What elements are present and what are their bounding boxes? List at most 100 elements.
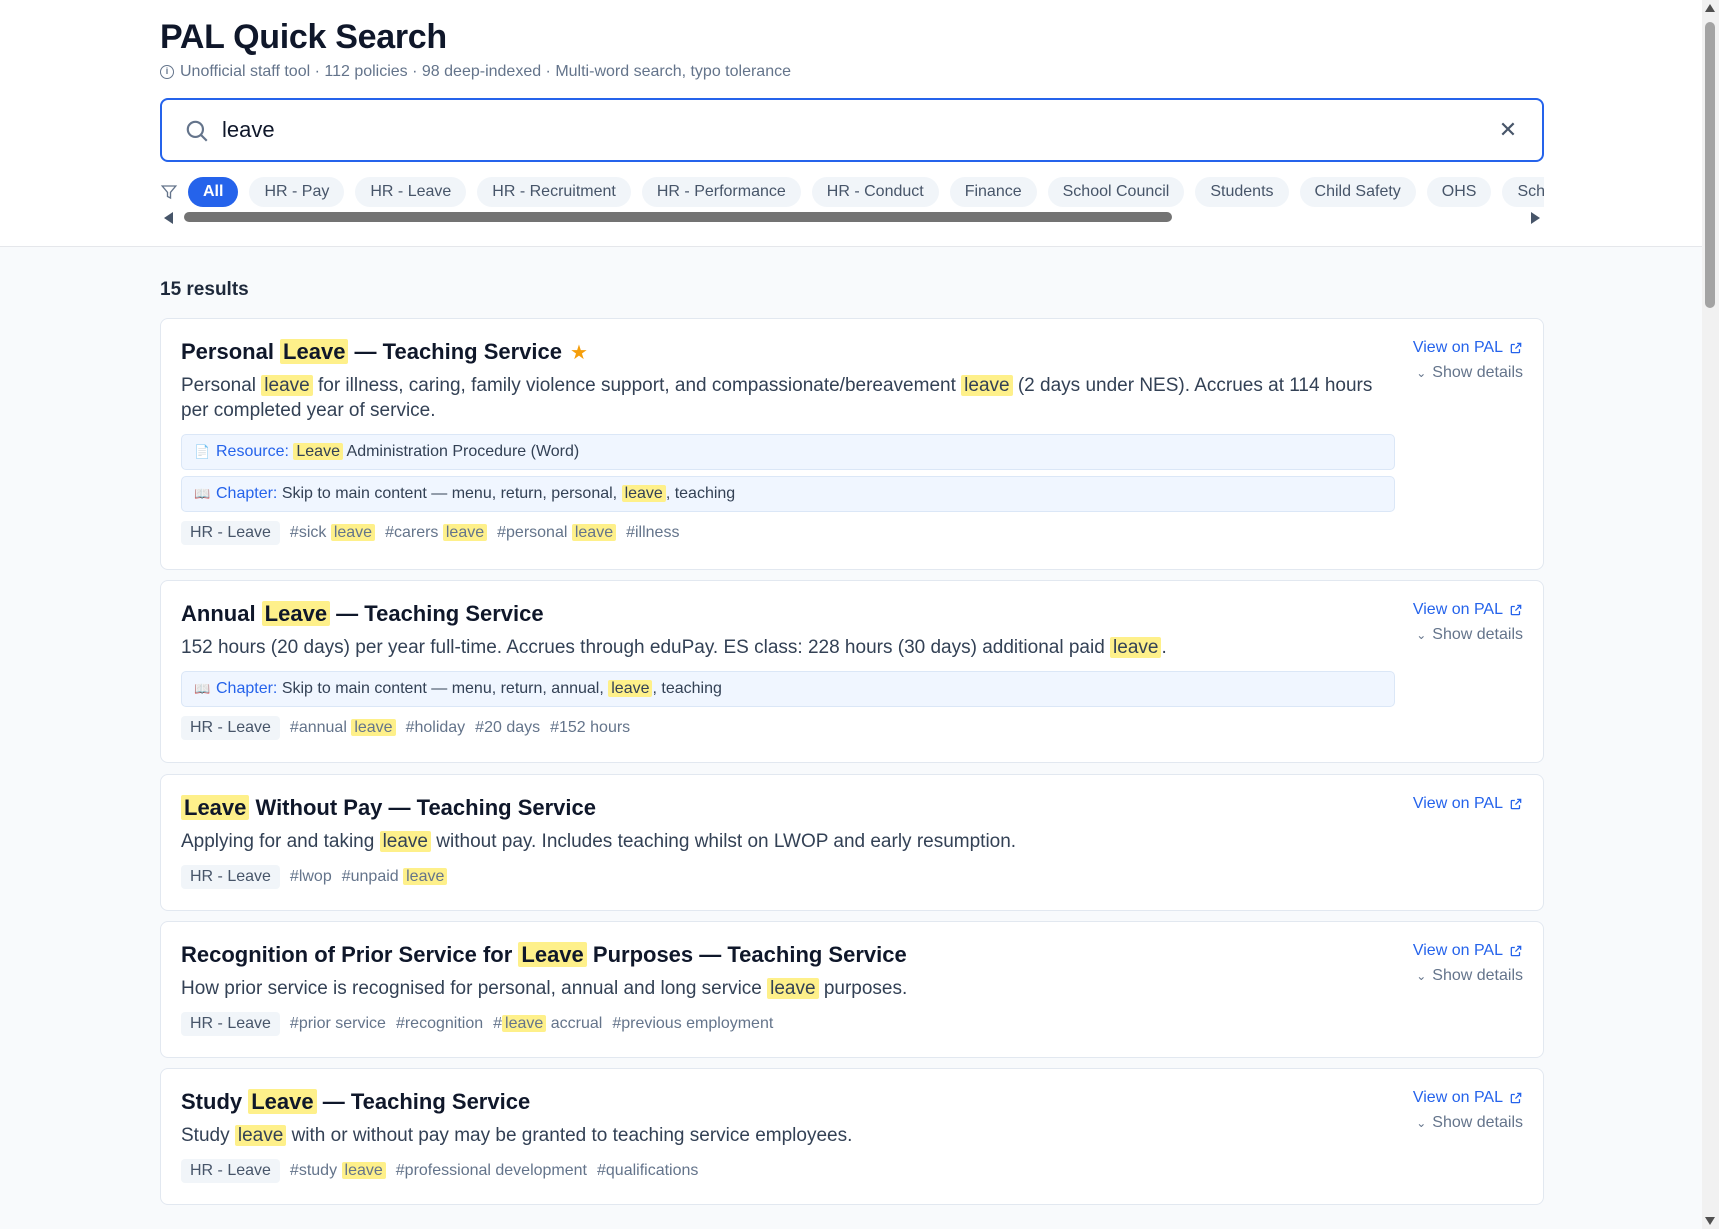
tag-list: HR - Leave #prior service #recognition # lea… [181, 1012, 773, 1036]
star-icon: ★ [570, 342, 588, 364]
match-highlight: Leave [181, 795, 250, 820]
match-highlight: leave [571, 524, 617, 541]
text-segment: Skip to main content — menu, return, per… [281, 485, 622, 502]
match-highlight: Leave [248, 1089, 317, 1114]
show-details-toggle[interactable]: ⌄ Show details [1416, 364, 1523, 382]
match-highlight: leave [351, 719, 396, 736]
result-description: Study leave with or without pay may be g… [181, 1123, 1381, 1148]
scroll-up-arrow-icon[interactable] [1705, 4, 1715, 12]
result-title[interactable]: Annual Leave — Teaching Service [181, 601, 544, 627]
match-highlight: leave [961, 375, 1013, 396]
scroll-right-arrow-icon[interactable] [1531, 212, 1540, 224]
category-filter-bar: All HR - Pay HR - Leave HR - Recruitment HR … [160, 177, 1544, 207]
result-description: Applying for and taking leave without pa… [181, 829, 1381, 854]
scroll-down-arrow-icon[interactable] [1705, 1217, 1715, 1225]
page-scrollbar-thumb[interactable] [1705, 22, 1715, 308]
result-card[interactable]: Leave Without Pay — Teaching Service Appl… [160, 774, 1544, 911]
tag: #previous employment [612, 1015, 773, 1033]
match-highlight: leave [234, 1125, 287, 1146]
filter-chip[interactable]: Schoo [1502, 177, 1544, 207]
view-link-label: View on PAL [1412, 942, 1503, 959]
scrollbar-thumb[interactable] [184, 212, 1172, 222]
show-details-toggle[interactable]: ⌄ Show details [1416, 626, 1523, 644]
view-link-label: View on PAL [1412, 601, 1503, 618]
view-on-pal-link[interactable]: View on PAL [1413, 1089, 1523, 1107]
text-segment: — Teaching Service [348, 339, 563, 364]
filter-scrollbar[interactable] [160, 210, 1544, 224]
page-subtitle: i Unofficial staff tool · 112 policies ·… [160, 63, 791, 81]
filter-chip[interactable]: OHS [1426, 177, 1492, 207]
filter-icon [160, 185, 178, 200]
external-link-icon [1510, 1092, 1522, 1104]
match-highlight: leave [341, 1162, 386, 1179]
tag: #annual leave [290, 719, 396, 737]
filter-chip[interactable]: HR - Performance [641, 177, 801, 207]
text-segment: #152 hours [550, 719, 631, 736]
filter-chip[interactable]: HR - Leave [355, 177, 467, 207]
view-on-pal-link[interactable]: View on PAL [1413, 339, 1523, 357]
tag: #illness [626, 524, 679, 542]
match-highlight: leave [403, 868, 448, 885]
text-segment: Recognition of Prior Service for [181, 942, 519, 967]
document-icon: 📄 [194, 444, 211, 459]
view-on-pal-link[interactable]: View on PAL [1413, 795, 1523, 813]
show-details-label: Show details [1432, 626, 1523, 643]
text-segment: . [1161, 637, 1167, 658]
filter-chip[interactable]: Child Safety [1299, 177, 1416, 207]
show-details-label: Show details [1432, 967, 1523, 984]
search-box[interactable]: ✕ [160, 98, 1544, 162]
chevron-down-icon: ⌄ [1416, 969, 1427, 983]
filter-chip[interactable]: HR - Pay [249, 177, 345, 207]
match-highlight: leave [261, 375, 313, 396]
tag: #professional development [396, 1162, 587, 1180]
chevron-down-icon: ⌄ [1416, 366, 1427, 380]
page-title: PAL Quick Search [160, 18, 447, 56]
external-link-icon [1510, 798, 1522, 810]
result-title[interactable]: Leave Without Pay — Teaching Service [181, 795, 596, 821]
match-highlight: leave [330, 524, 376, 541]
filter-chip[interactable]: Students [1195, 177, 1289, 207]
view-on-pal-link[interactable]: View on PAL [1413, 942, 1523, 960]
match-highlight: Leave [261, 601, 331, 626]
show-details-toggle[interactable]: ⌄ Show details [1416, 1114, 1523, 1132]
tag: #carers leave [385, 524, 488, 542]
result-card[interactable]: Personal Leave — Teaching Service ★ Person… [160, 318, 1544, 570]
tag: #sick leave [290, 524, 376, 542]
text-segment: #20 days [475, 719, 541, 736]
filter-chip[interactable]: HR - Conduct [811, 177, 939, 207]
text-segment: #recognition [395, 1015, 484, 1032]
book-icon: 📖 [194, 486, 211, 501]
chapter-link[interactable]: 📖 Chapter: Skip to main content — menu, r… [181, 671, 1395, 707]
filter-chip[interactable]: All [188, 177, 239, 207]
category-badge: HR - Leave [181, 1012, 280, 1036]
scroll-left-arrow-icon[interactable] [164, 212, 173, 224]
search-input[interactable] [222, 112, 1462, 148]
result-title[interactable]: Personal Leave — Teaching Service ★ [181, 339, 588, 365]
text-segment: #study [289, 1162, 342, 1179]
clear-search-button[interactable]: ✕ [1494, 116, 1522, 144]
external-link-icon [1510, 342, 1522, 354]
tag: #recognition [396, 1015, 483, 1033]
result-card[interactable]: Study Leave — Teaching Service Study leav… [160, 1068, 1544, 1205]
text-segment: Annual [181, 601, 262, 626]
filter-chip[interactable]: School Council [1047, 177, 1185, 207]
view-link-label: View on PAL [1412, 1089, 1503, 1106]
resource-link[interactable]: 📄 Resource: Leave Administration Procedur… [181, 434, 1395, 470]
match-highlight: leave [442, 524, 488, 541]
show-details-toggle[interactable]: ⌄ Show details [1416, 967, 1523, 985]
page-scrollbar[interactable] [1702, 0, 1719, 1229]
subtitle-text: Unofficial staff tool · 112 policies · 9… [180, 63, 791, 80]
result-title[interactable]: Study Leave — Teaching Service [181, 1089, 530, 1115]
result-card[interactable]: Annual Leave — Teaching Service 152 hours… [160, 580, 1544, 763]
chapter-link[interactable]: 📖 Chapter: Skip to main content — menu, r… [181, 476, 1395, 512]
result-title[interactable]: Recognition of Prior Service for Leave P… [181, 942, 907, 968]
tag-list: HR - Leave #annual leave #holiday #20 days #… [181, 716, 630, 740]
filter-chip[interactable]: HR - Recruitment [477, 177, 631, 207]
chevron-down-icon: ⌄ [1416, 628, 1427, 642]
tag: #20 days [475, 719, 540, 737]
tag: #holiday [406, 719, 466, 737]
view-on-pal-link[interactable]: View on PAL [1413, 601, 1523, 619]
result-card[interactable]: Recognition of Prior Service for Leave P… [160, 921, 1544, 1058]
tag-list: HR - Leave #study leave #professional deve… [181, 1159, 698, 1183]
filter-chip[interactable]: Finance [949, 177, 1037, 207]
